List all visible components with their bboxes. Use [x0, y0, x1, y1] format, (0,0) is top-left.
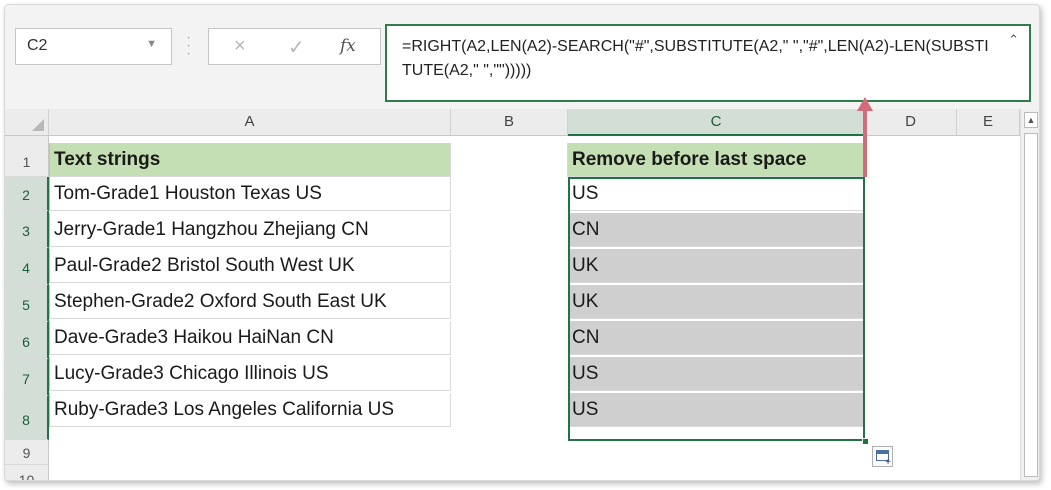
- column-header-a[interactable]: A: [49, 109, 451, 136]
- cell-c2[interactable]: US: [568, 177, 865, 211]
- cell-c8[interactable]: US: [568, 393, 865, 427]
- cell-a4[interactable]: Paul-Grade2 Bristol South West UK: [49, 249, 451, 283]
- cell-a7[interactable]: Lucy-Grade3 Chicago Illinois US: [49, 357, 451, 391]
- formula-bar: C2 ▼ · · · × ✓ fx =RIGHT(A2,LEN(A2)-SEARCH…: [5, 5, 1039, 109]
- row-header-10[interactable]: 10: [5, 465, 49, 480]
- collapse-formula-icon[interactable]: ⌃: [1008, 32, 1019, 48]
- column-header-d[interactable]: D: [865, 109, 957, 136]
- close-icon[interactable]: ×: [234, 35, 246, 58]
- cell-a1[interactable]: Text strings: [49, 143, 451, 177]
- fill-handle[interactable]: [862, 438, 869, 445]
- row-header-3[interactable]: 3: [5, 211, 49, 248]
- cell-b1[interactable]: [451, 143, 568, 177]
- formula-input[interactable]: =RIGHT(A2,LEN(A2)-SEARCH("#",SUBSTITUTE(…: [385, 24, 1031, 102]
- quick-analysis-button[interactable]: +: [872, 446, 893, 468]
- row-header-6[interactable]: 6: [5, 322, 49, 359]
- cell-a8[interactable]: Ruby-Grade3 Los Angeles California US: [49, 393, 451, 427]
- plus-icon: +: [885, 457, 891, 468]
- cell-c6[interactable]: CN: [568, 321, 865, 355]
- scroll-up-icon[interactable]: ▲: [1024, 112, 1038, 128]
- formula-text[interactable]: =RIGHT(A2,LEN(A2)-SEARCH("#",SUBSTITUTE(…: [402, 35, 992, 83]
- fx-icon[interactable]: fx: [340, 36, 356, 56]
- cell-a5[interactable]: Stephen-Grade2 Oxford South East UK: [49, 285, 451, 319]
- row-header-4[interactable]: 4: [5, 248, 49, 285]
- cell-c1[interactable]: Remove before last space: [568, 143, 865, 177]
- grip-icon: · · ·: [186, 29, 192, 62]
- row-header-9[interactable]: 9: [5, 440, 49, 465]
- select-all-button[interactable]: [5, 109, 49, 136]
- cell-c7[interactable]: US: [568, 357, 865, 391]
- name-box[interactable]: C2 ▼: [15, 28, 172, 65]
- row-header-1[interactable]: 1: [5, 136, 49, 177]
- formula-buttons: × ✓ fx: [208, 28, 381, 65]
- worksheet-grid: A B C D E 1 2 3 4 5 6 7 8 9 10 Text stri…: [5, 109, 1039, 480]
- column-header-e[interactable]: E: [957, 109, 1020, 136]
- column-header-c[interactable]: C: [568, 109, 865, 136]
- cell-a6[interactable]: Dave-Grade3 Haikou HaiNan CN: [49, 321, 451, 355]
- select-all-icon: [32, 119, 44, 131]
- annotation-arrow: [863, 103, 867, 177]
- cell-c4[interactable]: UK: [568, 249, 865, 283]
- column-header-b[interactable]: B: [451, 109, 568, 136]
- row-header-8[interactable]: 8: [5, 396, 49, 440]
- row-header-7[interactable]: 7: [5, 359, 49, 396]
- name-box-value: C2: [27, 37, 48, 54]
- cell-c5[interactable]: UK: [568, 285, 865, 319]
- cell-a3[interactable]: Jerry-Grade1 Hangzhou Zhejiang CN: [49, 213, 451, 247]
- cell-a2[interactable]: Tom-Grade1 Houston Texas US: [49, 177, 451, 211]
- vertical-scrollbar[interactable]: ▲: [1020, 109, 1039, 480]
- arrow-up-icon: [857, 97, 873, 111]
- chevron-down-icon[interactable]: ▼: [146, 38, 157, 50]
- scrollbar-thumb[interactable]: [1024, 133, 1038, 477]
- row-header-5[interactable]: 5: [5, 285, 49, 322]
- excel-window: C2 ▼ · · · × ✓ fx =RIGHT(A2,LEN(A2)-SEARCH…: [4, 4, 1040, 481]
- cell-c3[interactable]: CN: [568, 213, 865, 247]
- row-header-2[interactable]: 2: [5, 177, 49, 211]
- check-icon[interactable]: ✓: [288, 35, 305, 60]
